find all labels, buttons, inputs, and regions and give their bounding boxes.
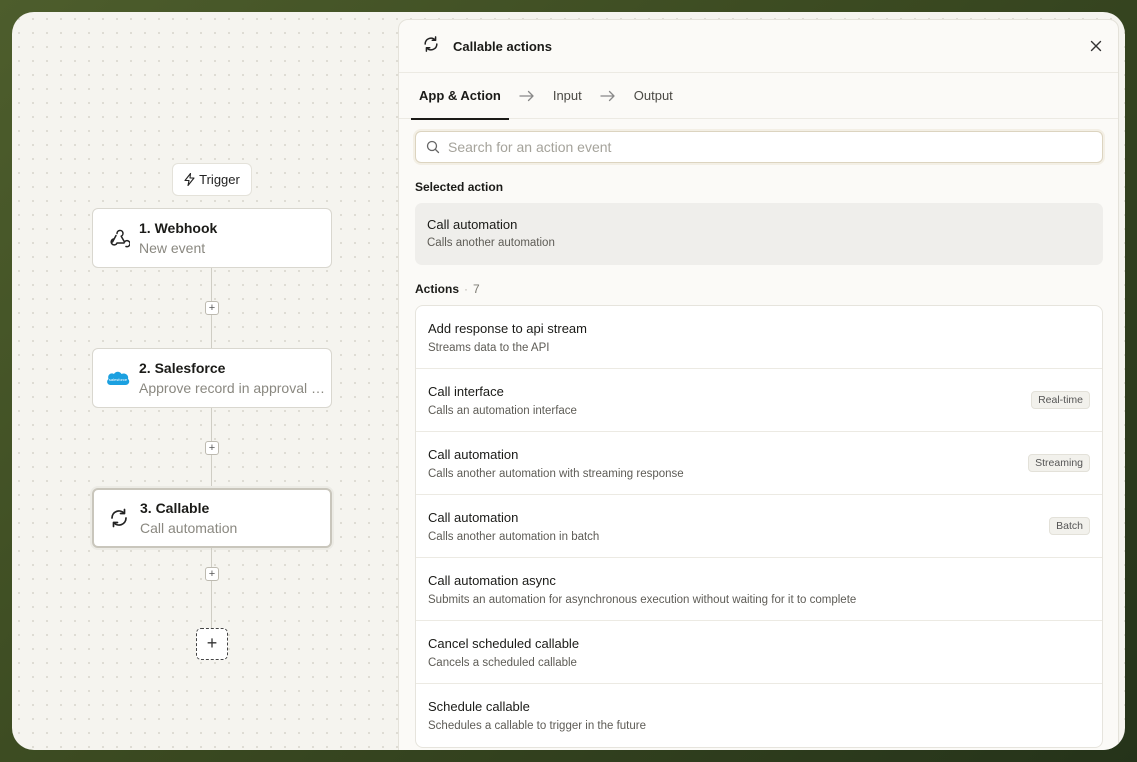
insert-step-button[interactable]: +: [205, 441, 219, 455]
action-title: Add response to api stream: [428, 320, 587, 336]
action-item[interactable]: Call automation async Submits an automat…: [416, 558, 1102, 621]
action-subtitle: Calls an automation interface: [428, 404, 577, 417]
action-subtitle: Schedules a callable to trigger in the f…: [428, 720, 646, 732]
node-subtitle: Approve record in approval process: [139, 380, 325, 396]
workflow-node-callable[interactable]: 3. Callable Call automation: [92, 488, 332, 548]
node-subtitle: New event: [139, 240, 206, 256]
action-title: Call interface: [428, 383, 504, 399]
action-item[interactable]: Add response to api stream Streams data …: [416, 306, 1102, 369]
action-subtitle: Streams data to the API: [428, 341, 550, 354]
trigger-chip[interactable]: Trigger: [172, 163, 252, 196]
selected-action-label: Selected action: [415, 180, 504, 194]
search-input[interactable]: [448, 139, 1048, 155]
action-item[interactable]: Cancel scheduled callable Cancels a sche…: [416, 621, 1102, 684]
step-tabs: App & Action Input Output: [399, 73, 1118, 120]
selected-action-title: Call automation: [427, 217, 518, 232]
action-badge: Batch: [1049, 517, 1090, 535]
node-subtitle: Call automation: [140, 520, 238, 536]
search-icon: [426, 140, 440, 154]
tab-output[interactable]: Output: [634, 73, 673, 119]
action-subtitle: Cancels a scheduled callable: [428, 656, 577, 669]
action-title: Call automation: [428, 509, 519, 525]
selected-action-card[interactable]: Call automation Calls another automation: [415, 203, 1103, 265]
action-title: Schedule callable: [428, 699, 530, 714]
actions-count: 7: [473, 282, 480, 296]
node-title: 1. Webhook: [139, 220, 218, 236]
node-title: 3. Callable: [140, 500, 210, 516]
refresh-icon: [106, 505, 132, 531]
refresh-icon: [421, 34, 441, 59]
connector-line: [211, 548, 212, 628]
webhook-icon: [105, 225, 131, 251]
panel-title: Callable actions: [453, 38, 552, 54]
action-panel: Callable actions App & Action Input Outp…: [398, 19, 1119, 750]
insert-step-button[interactable]: +: [205, 301, 219, 315]
actions-list: Add response to api stream Streams data …: [415, 305, 1103, 748]
workflow-node-salesforce[interactable]: salesforce 2. Salesforce Approve record …: [92, 348, 332, 408]
action-item[interactable]: Call automation Calls another automation…: [416, 432, 1102, 495]
panel-header: Callable actions: [399, 20, 1118, 73]
app-window: Trigger 1. Webhook New event + salesforc…: [12, 12, 1125, 750]
selected-action-subtitle: Calls another automation: [427, 237, 555, 249]
svg-text:salesforce: salesforce: [109, 377, 128, 382]
action-badge: Real-time: [1031, 391, 1090, 409]
action-item[interactable]: Call automation Calls another automation…: [416, 495, 1102, 558]
action-subtitle: Calls another automation in batch: [428, 530, 600, 543]
actions-header: Actions · 7: [415, 282, 1118, 296]
node-title: 2. Salesforce: [139, 360, 226, 376]
arrow-right-icon: [600, 90, 615, 101]
trigger-label: Trigger: [199, 172, 240, 187]
action-title: Cancel scheduled callable: [428, 635, 580, 651]
action-subtitle: Calls another automation with streaming …: [428, 467, 684, 480]
action-item[interactable]: Call interface Calls an automation inter…: [416, 369, 1102, 432]
tab-app-action[interactable]: App & Action: [411, 73, 509, 120]
add-step-button[interactable]: +: [196, 628, 228, 660]
close-icon[interactable]: [1088, 38, 1104, 54]
action-badge: Streaming: [1028, 454, 1090, 472]
insert-step-button[interactable]: +: [205, 567, 219, 581]
search-box[interactable]: [415, 131, 1103, 163]
action-item[interactable]: Schedule callable Schedules a callable t…: [416, 684, 1102, 747]
actions-label: Actions: [415, 282, 460, 296]
arrow-right-icon: [519, 90, 534, 101]
workflow-node-webhook[interactable]: 1. Webhook New event: [92, 208, 332, 268]
tab-input[interactable]: Input: [553, 73, 582, 119]
separator-dot: ·: [464, 282, 469, 296]
action-subtitle: Submits an automation for asynchronous e…: [428, 593, 857, 606]
action-title: Call automation async: [428, 572, 556, 588]
salesforce-icon: salesforce: [105, 365, 131, 391]
lightning-icon: [184, 173, 195, 186]
action-title: Call automation: [428, 446, 519, 462]
